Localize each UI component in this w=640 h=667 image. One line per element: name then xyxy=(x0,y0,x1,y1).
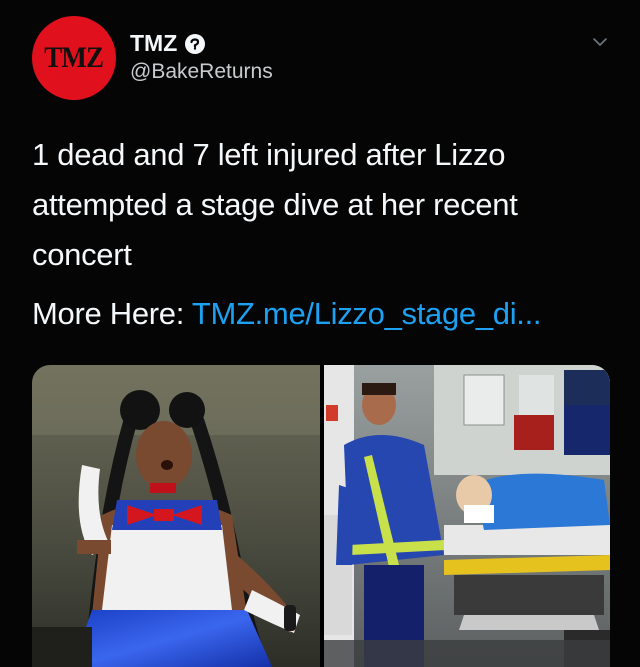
stretcher-photo[interactable] xyxy=(324,365,610,667)
performer-photo[interactable] xyxy=(32,365,320,667)
tweet-text: 1 dead and 7 left injured after Lizzo at… xyxy=(32,137,518,272)
more-here-line: More Here: TMZ.me/Lizzo_stage_di... xyxy=(32,292,542,336)
more-here-label: More Here: xyxy=(32,296,185,331)
chevron-down-icon[interactable] xyxy=(590,32,610,52)
name-row: TMZ xyxy=(130,30,206,57)
avatar-logo-text: TMZ xyxy=(44,41,105,74)
display-name[interactable]: TMZ xyxy=(130,30,177,57)
article-link[interactable]: TMZ.me/Lizzo_stage_di... xyxy=(192,296,542,331)
media-grid xyxy=(32,365,610,667)
user-handle[interactable]: @BakeReturns xyxy=(130,60,273,84)
avatar[interactable]: TMZ xyxy=(32,16,116,100)
verified-badge-icon xyxy=(185,33,206,54)
tweet-card: TMZ TMZ @BakeReturns 1 dead and 7 left i… xyxy=(0,0,640,667)
